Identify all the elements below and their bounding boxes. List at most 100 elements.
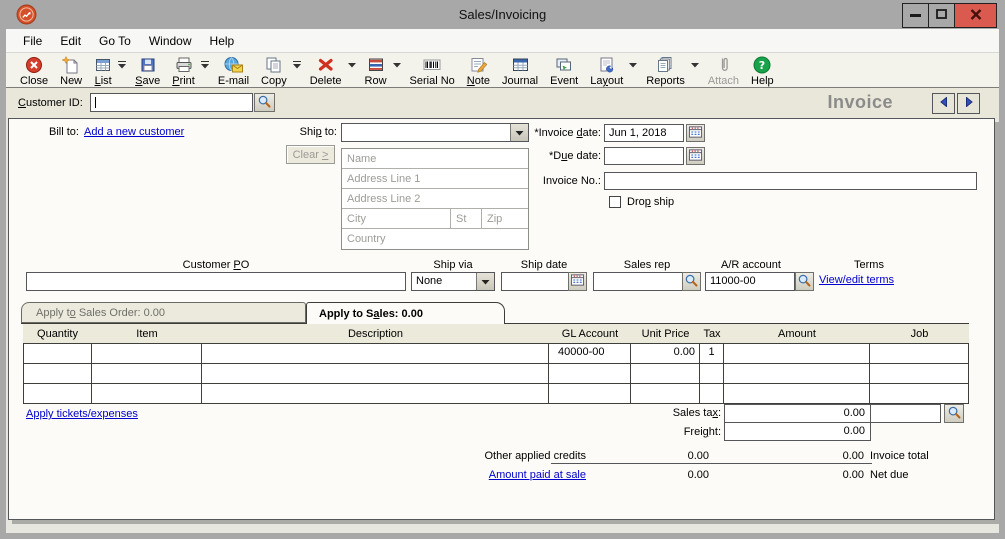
invoice-date-label: *Invoice date: <box>534 127 601 139</box>
view-edit-terms-link[interactable]: View/edit terms <box>819 274 894 286</box>
cell-unit-price[interactable] <box>631 364 700 383</box>
cell-quantity[interactable] <box>24 364 92 383</box>
cell-item[interactable] <box>92 364 202 383</box>
print-dropdown-arrow-icon[interactable] <box>200 55 212 69</box>
toolbar-list-button[interactable]: List <box>88 55 118 87</box>
col-gl-account: GL Account <box>561 327 619 340</box>
customer-lookup-button[interactable] <box>254 93 275 112</box>
col-quantity: Quantity <box>37 327 78 340</box>
reports-dropdown-arrow-icon[interactable] <box>690 55 702 69</box>
sales-rep-lookup-button[interactable] <box>682 272 701 291</box>
menu-file[interactable]: File <box>14 31 51 51</box>
customer-id-input[interactable] <box>90 93 253 112</box>
cell-description[interactable] <box>202 344 549 363</box>
tab-apply-to-sales-order[interactable]: Apply to Sales Order: 0.00 <box>21 302 306 323</box>
cell-job[interactable] <box>870 384 968 403</box>
toolbar-layout-button[interactable]: Layout <box>584 55 629 87</box>
table-row <box>24 363 968 383</box>
toolbar-journal-button[interactable]: Journal <box>496 55 544 87</box>
maximize-button[interactable] <box>928 3 955 28</box>
toolbar-reports-button[interactable]: Reports <box>640 55 691 87</box>
list-icon <box>94 56 112 74</box>
cell-description[interactable] <box>202 364 549 383</box>
apply-tickets-expenses-link[interactable]: Apply tickets/expenses <box>26 408 138 420</box>
menu-goto[interactable]: Go To <box>90 31 140 51</box>
cell-item[interactable] <box>92 344 202 363</box>
minimize-button[interactable] <box>902 3 929 28</box>
cell-job[interactable] <box>870 344 968 363</box>
ship-via-dropdown[interactable]: None <box>411 272 495 291</box>
cell-amount[interactable] <box>724 344 870 363</box>
cell-unit-price[interactable] <box>631 384 700 403</box>
tab-apply-to-sales[interactable]: Apply to Sales: 0.00 <box>306 302 505 324</box>
toolbar-help-button[interactable]: ? Help <box>745 55 780 87</box>
toolbar-email-button[interactable]: E-mail <box>212 55 255 87</box>
clear-ship-to-button[interactable]: Clear > <box>286 145 335 164</box>
ship-to-country-field[interactable]: Country <box>342 229 528 249</box>
close-window-button[interactable] <box>954 3 997 28</box>
due-date-input[interactable] <box>604 147 684 165</box>
layout-dropdown-arrow-icon[interactable] <box>629 55 640 69</box>
add-new-customer-link[interactable]: Add a new customer <box>84 126 184 138</box>
cell-tax[interactable] <box>700 384 724 403</box>
cell-item[interactable] <box>92 384 202 403</box>
cell-quantity[interactable] <box>24 344 92 363</box>
cell-job[interactable] <box>870 364 968 383</box>
cell-description[interactable] <box>202 384 549 403</box>
invoice-date-input[interactable]: Jun 1, 2018 <box>604 124 684 142</box>
amount-paid-at-sale-link[interactable]: Amount paid at sale <box>489 469 586 481</box>
col-unit-price: Unit Price <box>641 327 690 340</box>
due-date-calendar-button[interactable] <box>686 147 705 165</box>
cell-quantity[interactable] <box>24 384 92 403</box>
ship-date-calendar-button[interactable] <box>568 272 587 291</box>
row-dropdown-arrow-icon[interactable] <box>392 55 404 69</box>
toolbar: Close New List Save Print E-mail Copy De… <box>6 52 999 88</box>
sales-rep-input[interactable] <box>593 272 683 291</box>
cell-tax[interactable] <box>700 364 724 383</box>
ship-to-address2-field[interactable]: Address Line 2 <box>342 189 528 209</box>
toolbar-event-button[interactable]: Event <box>544 55 584 87</box>
sales-tax-lookup-button[interactable] <box>944 404 964 423</box>
next-record-button[interactable] <box>957 93 980 114</box>
menu-help[interactable]: Help <box>201 31 244 51</box>
cell-amount[interactable] <box>724 364 870 383</box>
cell-amount[interactable] <box>724 384 870 403</box>
toolbar-close-button[interactable]: Close <box>14 55 54 87</box>
list-dropdown-arrow-icon[interactable] <box>118 55 129 69</box>
table-row: 40000-00 0.00 1 <box>24 343 968 363</box>
menu-window[interactable]: Window <box>140 31 201 51</box>
invoice-total-label: Invoice total <box>870 450 929 462</box>
ship-to-state-field[interactable]: St <box>451 213 481 225</box>
sales-tax-code-field[interactable] <box>870 404 941 423</box>
ship-to-zip-field[interactable]: Zip <box>482 213 528 225</box>
ar-account-lookup-button[interactable] <box>795 272 814 291</box>
sales-tax-amount-field[interactable]: 0.00 <box>724 404 871 423</box>
invoice-date-calendar-button[interactable] <box>686 124 705 142</box>
drop-ship-label: Drop ship <box>627 196 675 208</box>
cell-gl-account[interactable] <box>549 384 631 403</box>
cell-unit-price[interactable]: 0.00 <box>631 344 700 363</box>
cell-gl-account[interactable]: 40000-00 <box>549 344 631 363</box>
toolbar-note-button[interactable]: Note <box>461 55 496 87</box>
toolbar-serial-no-button[interactable]: Serial No <box>404 55 461 87</box>
cell-tax[interactable]: 1 <box>700 344 724 363</box>
toolbar-save-button[interactable]: Save <box>129 55 166 87</box>
customer-po-input[interactable] <box>26 272 406 291</box>
toolbar-row-button[interactable]: Row <box>359 55 393 87</box>
menu-edit[interactable]: Edit <box>51 31 90 51</box>
invoice-no-input[interactable] <box>604 172 977 190</box>
email-icon <box>223 56 244 74</box>
previous-record-button[interactable] <box>932 93 955 114</box>
ship-date-input[interactable] <box>501 272 569 291</box>
drop-ship-checkbox[interactable] <box>609 196 621 208</box>
delete-dropdown-arrow-icon[interactable] <box>347 55 359 69</box>
toolbar-new-button[interactable]: New <box>54 55 88 87</box>
ship-to-city-field[interactable]: City <box>342 213 450 225</box>
freight-field[interactable]: 0.00 <box>724 422 871 441</box>
toolbar-copy-button[interactable]: Copy <box>255 55 293 87</box>
cell-gl-account[interactable] <box>549 364 631 383</box>
toolbar-delete-button[interactable]: Delete <box>304 55 348 87</box>
copy-dropdown-arrow-icon[interactable] <box>292 55 304 69</box>
ar-account-input[interactable]: 11000-00 <box>705 272 795 291</box>
toolbar-print-button[interactable]: Print <box>166 55 201 87</box>
